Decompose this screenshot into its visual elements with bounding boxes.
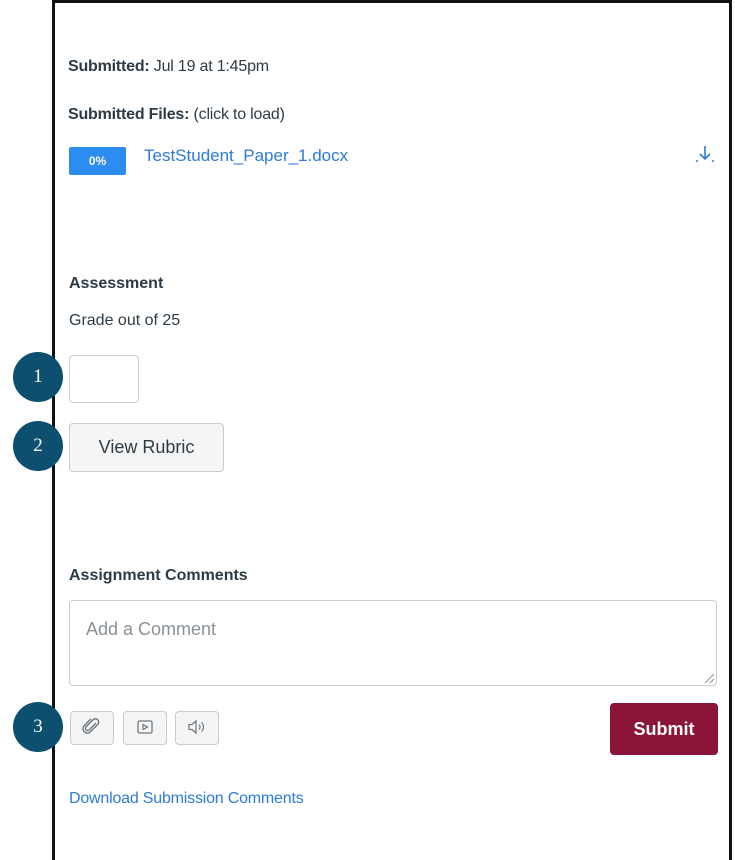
submitted-date: Submitted: Jul 19 at 1:45pm <box>68 58 269 76</box>
view-rubric-button[interactable]: View Rubric <box>69 423 224 472</box>
audio-comment-button[interactable] <box>175 711 219 745</box>
callout-marker-1: 1 <box>13 352 63 402</box>
download-icon[interactable] <box>694 144 716 166</box>
files-label: Submitted Files: <box>68 106 190 123</box>
submitted-label: Submitted: <box>68 58 150 75</box>
submitted-file-link[interactable]: TestStudent_Paper_1.docx <box>144 146 348 166</box>
download-submission-comments-link[interactable]: Download Submission Comments <box>69 790 304 808</box>
resize-grip-icon[interactable] <box>703 671 715 684</box>
submitted-files-heading: Submitted Files: (click to load) <box>68 106 285 124</box>
media-icon <box>136 718 154 739</box>
paperclip-icon <box>82 717 102 740</box>
files-hint: (click to load) <box>189 106 285 123</box>
comment-textarea[interactable] <box>69 600 717 686</box>
callout-marker-2: 2 <box>13 421 63 471</box>
attach-file-button[interactable] <box>70 711 114 745</box>
callout-marker-3: 3 <box>13 702 63 752</box>
file-progress-badge: 0% <box>69 147 126 175</box>
grade-input[interactable] <box>69 355 139 403</box>
media-comment-button[interactable] <box>123 711 167 745</box>
submit-comment-button[interactable]: Submit <box>610 703 718 755</box>
submitted-value: Jul 19 at 1:45pm <box>149 58 269 75</box>
grade-label: Grade out of 25 <box>69 312 181 329</box>
assessment-title: Assessment <box>69 275 164 292</box>
audio-icon <box>187 718 207 739</box>
assignment-comments-title: Assignment Comments <box>69 567 248 584</box>
